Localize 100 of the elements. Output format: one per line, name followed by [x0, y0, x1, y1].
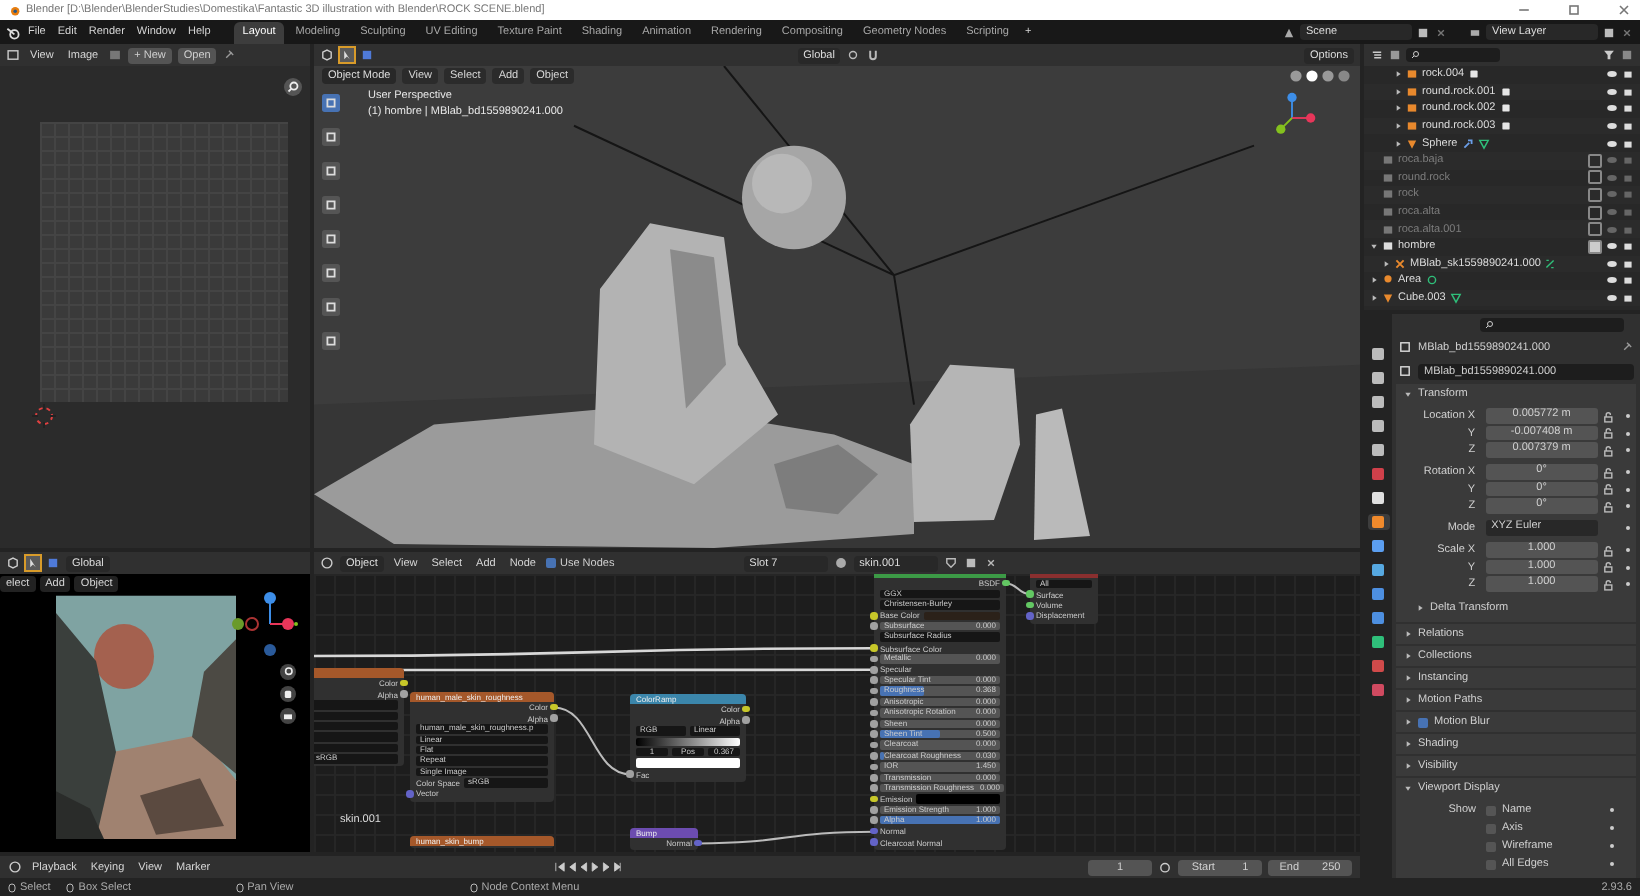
properties-tab[interactable]	[1367, 346, 1389, 362]
socket-icon[interactable]	[870, 655, 878, 663]
copy-icon[interactable]	[1602, 25, 1616, 39]
socket-icon[interactable]	[1002, 579, 1010, 587]
search-field[interactable]	[1480, 317, 1624, 331]
socket-icon[interactable]	[870, 644, 878, 652]
lock-icon[interactable]	[1602, 543, 1617, 557]
socket-icon[interactable]	[400, 679, 408, 687]
lock-icon[interactable]	[1602, 560, 1617, 574]
socket-icon[interactable]	[626, 770, 634, 778]
light-data-icon[interactable]	[1425, 274, 1438, 287]
mouse-icon	[8, 881, 16, 893]
logo-icon	[8, 4, 20, 16]
color-swatch[interactable]	[636, 758, 740, 768]
collection-icon[interactable]	[1468, 68, 1481, 81]
hand-icon[interactable]	[280, 686, 296, 702]
mesh-data-icon[interactable]	[1449, 292, 1462, 305]
exclude-checkbox[interactable]	[1588, 187, 1602, 202]
exclude-checkbox[interactable]	[1588, 239, 1602, 254]
magnet-icon[interactable]	[866, 48, 881, 62]
pin-icon[interactable]	[222, 48, 237, 62]
image-icon[interactable]	[108, 48, 123, 62]
socket-icon[interactable]	[550, 703, 558, 711]
checkbox[interactable]	[1486, 805, 1496, 815]
color-swatch[interactable]	[916, 794, 1000, 804]
mesh-data-icon[interactable]	[1477, 137, 1490, 150]
modifier-icon[interactable]	[1461, 137, 1474, 150]
material-sphere-icon[interactable]	[833, 556, 848, 570]
select-mode-icon[interactable]	[360, 48, 374, 62]
properties-tab[interactable]	[1367, 418, 1389, 434]
socket-icon[interactable]	[870, 666, 878, 674]
logo-icon[interactable]	[6, 25, 20, 39]
properties-tab[interactable]	[1367, 514, 1389, 530]
properties-tab[interactable]	[1367, 634, 1389, 650]
shield-icon[interactable]	[943, 556, 958, 570]
checkbox[interactable]	[1486, 841, 1496, 851]
checkbox[interactable]	[1486, 823, 1496, 833]
cube-icon[interactable]	[6, 556, 20, 570]
pivot-icon[interactable]	[846, 48, 861, 62]
zoom-icon[interactable]	[284, 78, 302, 96]
select-mode-icon[interactable]	[46, 556, 60, 570]
close-icon[interactable]	[983, 556, 998, 570]
socket-icon[interactable]	[742, 705, 750, 713]
image-editor-icon[interactable]	[6, 48, 20, 62]
color-ramp[interactable]	[636, 737, 740, 747]
lock-icon[interactable]	[1602, 443, 1617, 457]
socket-icon[interactable]	[400, 690, 408, 698]
checkbox[interactable]	[1486, 859, 1496, 869]
properties-tab[interactable]	[1367, 394, 1389, 410]
filter-icon[interactable]	[1602, 48, 1616, 62]
lock-icon[interactable]	[1602, 499, 1617, 513]
checkbox[interactable]	[545, 558, 556, 568]
copy-icon[interactable]	[963, 556, 978, 570]
close-icon[interactable]	[1434, 25, 1448, 39]
node-editor-icon[interactable]	[320, 556, 334, 570]
exclude-checkbox[interactable]	[1588, 153, 1602, 168]
properties-tab[interactable]	[1367, 538, 1389, 554]
lock-icon[interactable]	[1602, 577, 1617, 591]
scene-icon[interactable]	[1282, 25, 1296, 39]
mesh-icon	[1382, 292, 1394, 305]
select-tool-icon[interactable]	[26, 556, 40, 570]
close-icon[interactable]	[1616, 2, 1632, 18]
pin-icon[interactable]	[1620, 340, 1634, 354]
socket-icon[interactable]	[1026, 590, 1034, 598]
lock-icon[interactable]	[1602, 482, 1617, 496]
exclude-checkbox[interactable]	[1588, 222, 1602, 237]
cube-icon[interactable]	[320, 48, 334, 62]
cursor-icon	[32, 404, 56, 428]
socket-icon[interactable]	[1026, 601, 1034, 609]
lock-icon[interactable]	[1602, 409, 1617, 423]
zoom-icon[interactable]	[280, 664, 296, 680]
properties-tab[interactable]	[1367, 442, 1389, 458]
clock-icon[interactable]	[8, 860, 22, 874]
maximize-icon[interactable]	[1566, 2, 1582, 18]
socket-icon[interactable]	[550, 714, 558, 722]
properties-tab[interactable]	[1367, 562, 1389, 578]
select-tool-icon[interactable]	[340, 48, 354, 62]
axis-gizmo[interactable]	[230, 590, 298, 658]
node-card[interactable]	[874, 574, 1006, 850]
socket-icon[interactable]	[742, 716, 750, 724]
exclude-checkbox[interactable]	[1588, 170, 1602, 185]
mouse-icon	[469, 881, 478, 893]
copy-icon[interactable]	[1416, 25, 1430, 39]
color-swatch[interactable]	[923, 611, 1000, 621]
checkbox[interactable]	[1418, 717, 1428, 727]
lock-icon[interactable]	[1602, 426, 1617, 440]
armature-icon	[1394, 257, 1406, 270]
properties-tab[interactable]	[1367, 490, 1389, 506]
outliner-icon[interactable]	[1370, 48, 1384, 62]
properties-tab[interactable]	[1367, 370, 1389, 386]
shading-mode-icon[interactable]	[1288, 68, 1352, 84]
close-icon[interactable]	[1620, 25, 1634, 39]
camera-icon[interactable]	[280, 708, 296, 724]
stopwatch-icon[interactable]	[1158, 860, 1172, 874]
lock-icon[interactable]	[1602, 465, 1617, 479]
search-icon	[1410, 50, 1420, 60]
mouse-icon	[235, 881, 244, 893]
mesh-icon	[1406, 137, 1418, 150]
bone-data-icon[interactable]	[1544, 257, 1557, 270]
search-field[interactable]	[1406, 48, 1500, 62]
